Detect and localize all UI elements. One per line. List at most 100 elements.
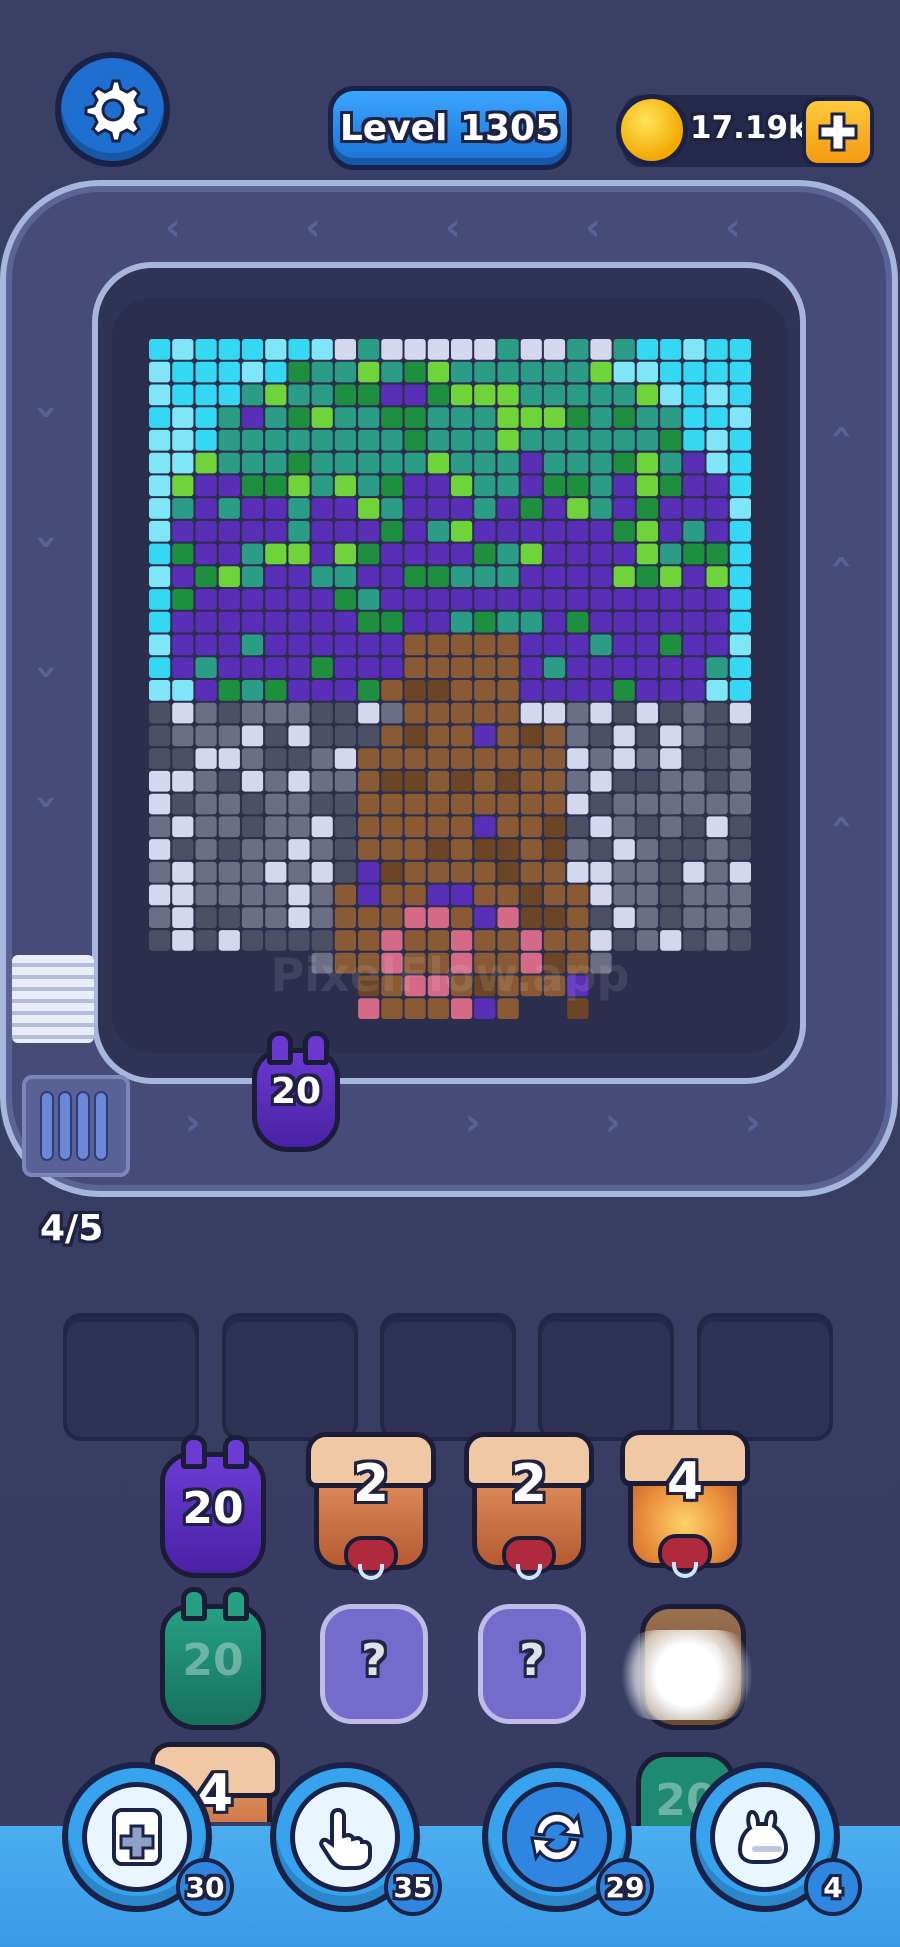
pixel-block (636, 361, 658, 383)
pixel-block (404, 452, 426, 474)
unit-count: 4 (666, 1452, 704, 1512)
pixel-block (404, 657, 426, 678)
pixel-block (497, 339, 519, 360)
pixel-block (729, 680, 751, 701)
pixel-block (451, 884, 473, 906)
pixel-block (195, 339, 217, 360)
pixel-block (474, 543, 496, 565)
pixel-block (427, 793, 449, 815)
pixel-block (451, 475, 473, 497)
pixel-block (358, 361, 380, 383)
pixel-block (404, 861, 426, 883)
pixel-block (218, 725, 240, 747)
pixel-block (520, 520, 542, 542)
pixel-block (288, 452, 310, 474)
pixel-block (543, 816, 566, 838)
pixel-block (195, 543, 217, 565)
chevron-down-icon: ‹ (21, 794, 66, 810)
slot[interactable] (63, 1313, 199, 1441)
pixel-block (613, 680, 635, 701)
pixel-block (497, 680, 519, 701)
pixel-block (706, 543, 728, 565)
pixel-block (474, 611, 496, 633)
pixel-block (683, 611, 705, 633)
watermark: PixelFlow.app (270, 948, 630, 1002)
pixel-block (358, 725, 380, 747)
pixel-block (427, 339, 449, 360)
pixel-block (381, 339, 403, 360)
pixel-block (265, 748, 287, 769)
pixel-block (149, 407, 171, 428)
pixel-block (381, 543, 403, 565)
pixel-block (543, 429, 566, 451)
slot[interactable] (538, 1313, 674, 1441)
pixel-block (543, 498, 566, 519)
chevron-down-icon: ‹ (21, 534, 66, 550)
pixel-block (590, 611, 612, 633)
pixel-block (729, 384, 751, 406)
pixel-block (636, 725, 658, 747)
pixel-block (543, 634, 566, 656)
pixel-block (590, 543, 612, 565)
pixel-block (660, 725, 682, 747)
pixel-block (451, 680, 473, 701)
pixel-block (613, 339, 635, 360)
pixel-block (497, 770, 519, 792)
pixel-block (590, 634, 612, 656)
pixel-block (474, 680, 496, 701)
pixel-block (660, 520, 682, 542)
slot[interactable] (697, 1313, 833, 1441)
pixel-block (427, 748, 449, 769)
pixel-block (729, 429, 751, 451)
pixel-block (636, 680, 658, 701)
pixel-block (636, 339, 658, 360)
pixel-block (241, 793, 264, 815)
pixel-block (543, 611, 566, 633)
pixel-block (451, 566, 473, 587)
pixel-block (427, 725, 449, 747)
pixel-block (613, 498, 635, 519)
add-coins-button[interactable] (802, 97, 874, 167)
pixel-block (311, 339, 333, 360)
purple-unit[interactable]: 20 (160, 1435, 266, 1578)
pixel-block (567, 611, 589, 633)
pixel-block (218, 680, 240, 701)
pixel-block (706, 520, 728, 542)
conveyor-capacity: 4/5 (40, 1208, 104, 1249)
pixel-block (520, 907, 542, 928)
slot[interactable] (380, 1313, 516, 1441)
pixel-block (195, 475, 217, 497)
pixel-block (334, 680, 356, 701)
add-slot-icon (112, 1808, 162, 1866)
pixel-block (427, 634, 449, 656)
pixel-block (195, 498, 217, 519)
pixel-block (358, 680, 380, 701)
pixel-block (195, 748, 217, 769)
bull-unit[interactable]: 2 (306, 1432, 436, 1582)
pixel-block (474, 498, 496, 519)
pixel-block (683, 907, 705, 928)
pixel-block (543, 589, 566, 610)
pixel-block (683, 725, 705, 747)
mystery-unit: ? (478, 1604, 586, 1724)
pixel-block (636, 657, 658, 678)
settings-button[interactable] (55, 52, 170, 167)
chevron-down-icon: ‹ (21, 404, 66, 420)
mystery-unit: ? (320, 1604, 428, 1724)
pixel-block (172, 543, 194, 565)
pixel-block (590, 384, 612, 406)
pixel-block (683, 339, 705, 360)
pixel-block (404, 407, 426, 428)
bull-unit[interactable]: 2 (464, 1432, 594, 1582)
slot[interactable] (222, 1313, 358, 1441)
pixel-block (474, 725, 496, 747)
pixel-block (149, 634, 171, 656)
pixel-block (497, 884, 519, 906)
pixel-block (427, 657, 449, 678)
pixel-block (311, 611, 333, 633)
bull-unit-glowing[interactable]: 4 (620, 1430, 750, 1580)
gear-icon (84, 79, 147, 142)
pixel-block (520, 793, 542, 815)
pixel-block (288, 611, 310, 633)
pixel-block (590, 680, 612, 701)
